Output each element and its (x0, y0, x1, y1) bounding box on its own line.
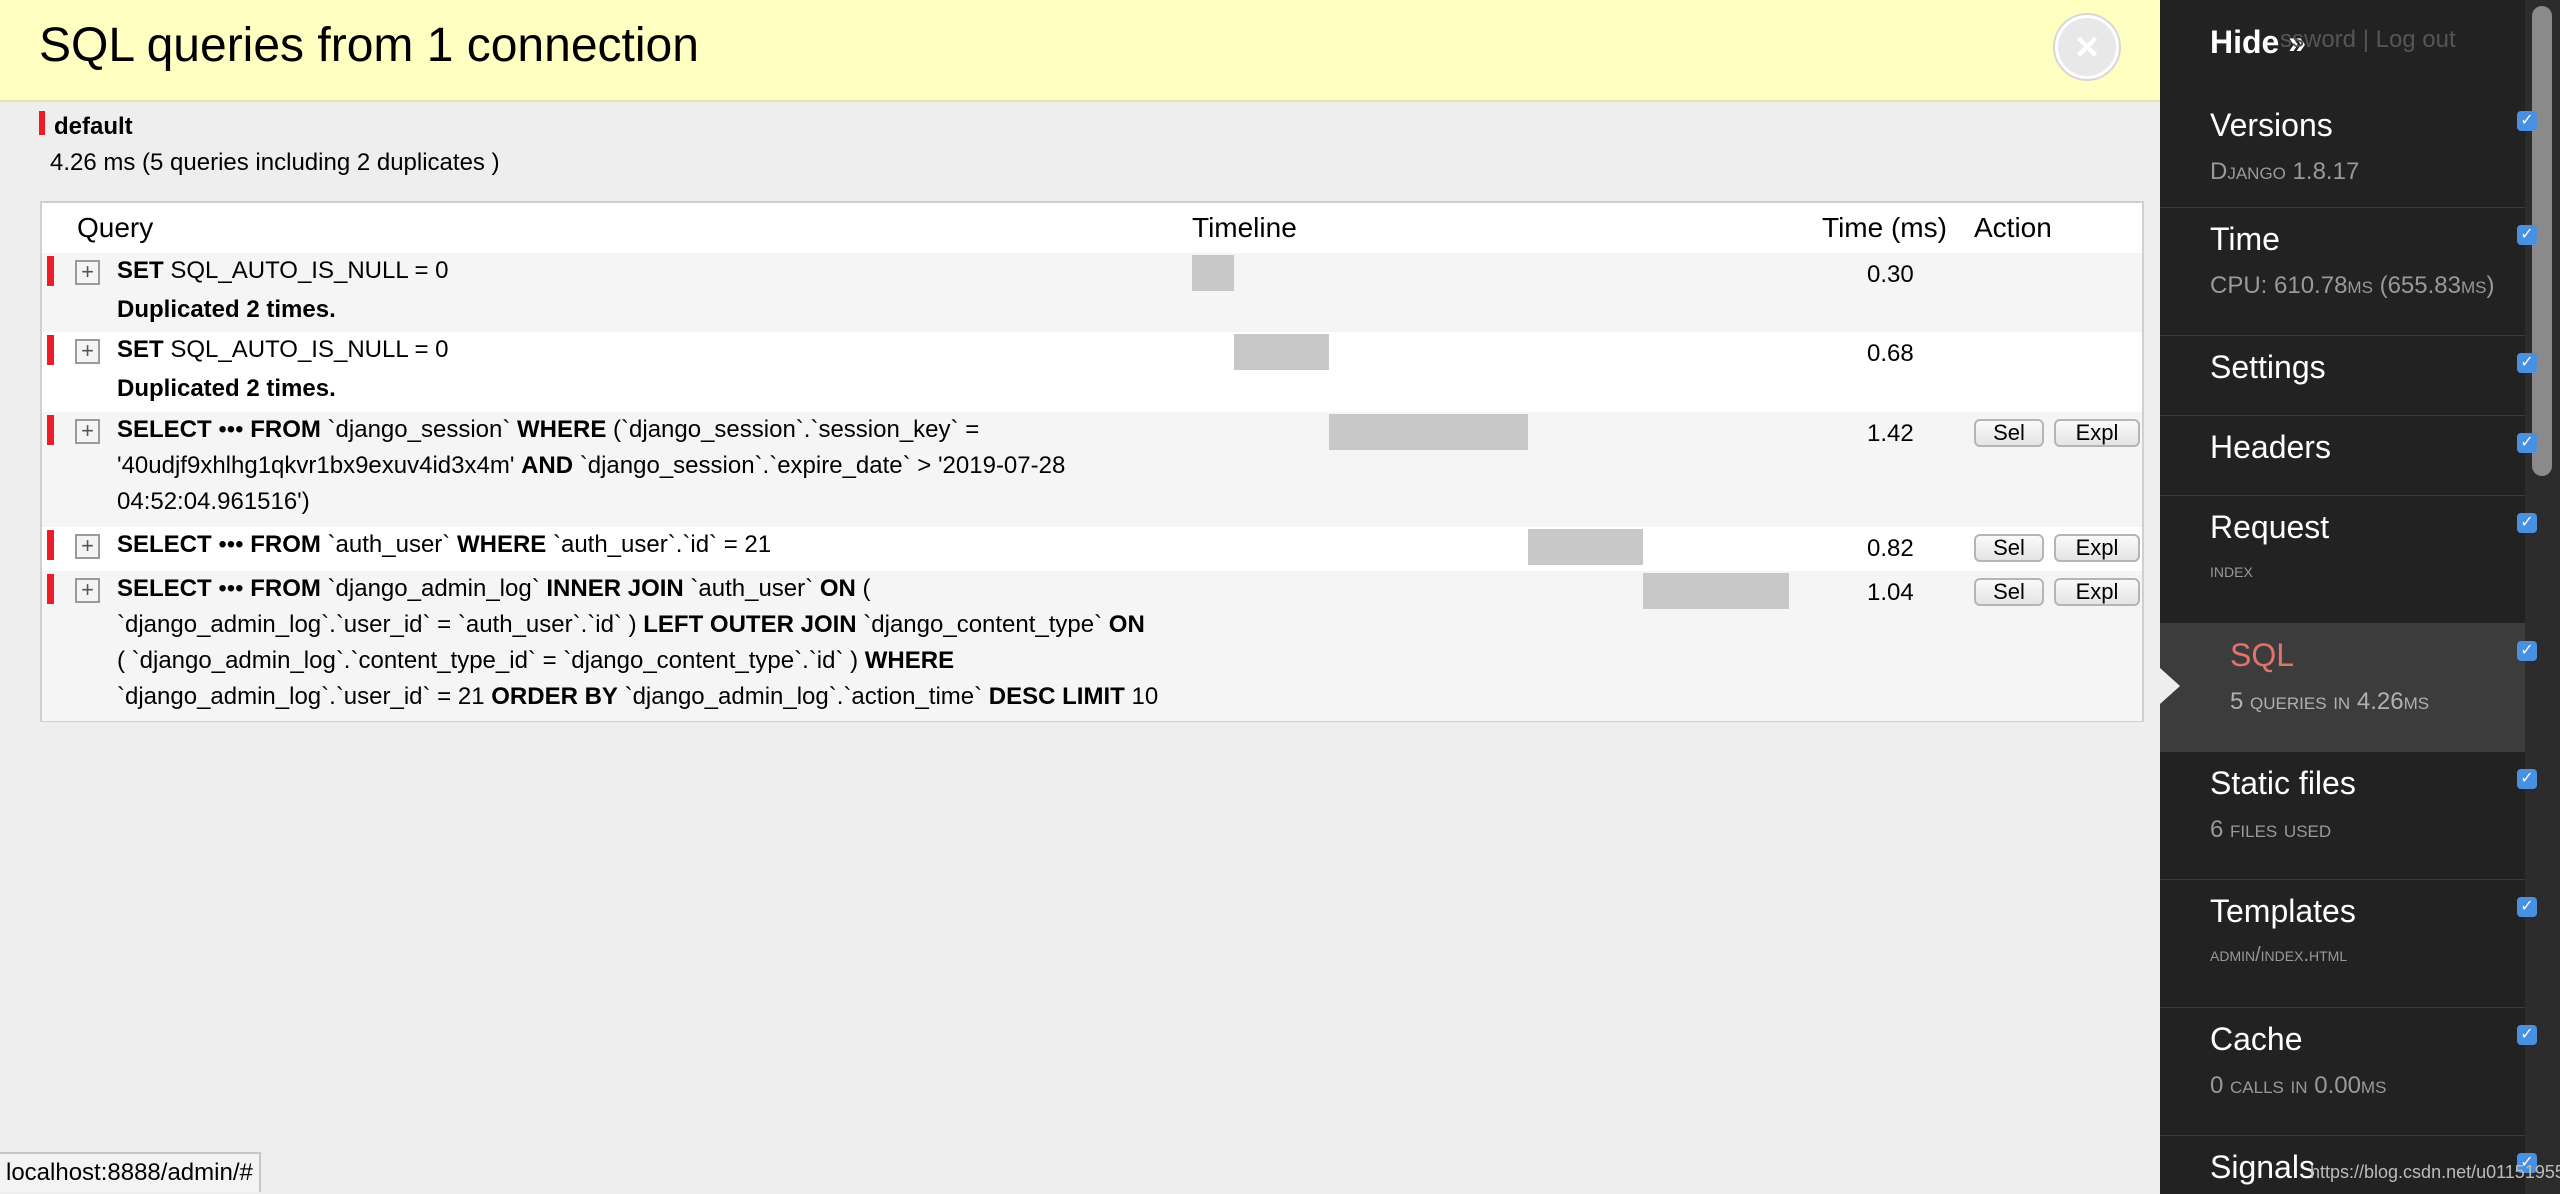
column-header-action: Action (1974, 212, 2052, 243)
toolbar-panel-sql[interactable]: SQL 5 queries in 4.26ms (2160, 623, 2525, 752)
toolbar-panel-headers[interactable]: Headers (2160, 415, 2525, 496)
connection-color-marker (47, 256, 54, 286)
toolbar-panel-templates[interactable]: Templates admin/index.html (2160, 879, 2525, 1008)
timeline-bar (1329, 414, 1529, 450)
toolbar-panel-settings[interactable]: Settings (2160, 335, 2525, 416)
toolbar-panel-request[interactable]: Request index (2160, 495, 2525, 624)
panel-title-text: Request (2210, 509, 2330, 545)
table-row: + SELECT ••• FROM `auth_user` WHERE `auth… (42, 527, 2142, 571)
panel-subtitle-text: CPU: 610.78ms (655.83ms) (2210, 272, 2495, 299)
close-icon: × (2075, 25, 2099, 69)
table-row: + SELECT ••• FROM `django_admin_log` INNE… (42, 571, 2142, 721)
query-time: 0.30 (1867, 261, 1914, 288)
panel-enable-checkbox[interactable]: ✓ (2517, 111, 2537, 131)
query-sql-line: SELECT ••• FROM `django_admin_log` INNER… (117, 575, 871, 602)
panel-enable-checkbox[interactable]: ✓ (2517, 225, 2537, 245)
query-sql-line: ( `django_admin_log`.`content_type_id` =… (117, 647, 955, 674)
query-sql-line: 04:52:04.961516') (117, 488, 310, 515)
status-bar-url: localhost:8888/admin/# (0, 1152, 261, 1192)
toolbar-panel-versions[interactable]: Versions Django 1.8.17 (2160, 93, 2525, 208)
timeline-bar (1192, 255, 1235, 291)
select-button[interactable]: Sel (1974, 419, 2044, 447)
expand-query-toggle[interactable]: + (75, 578, 100, 603)
query-time: 0.82 (1867, 535, 1914, 562)
panel-title-text: Versions (2210, 107, 2333, 143)
expand-query-toggle[interactable]: + (75, 419, 100, 444)
query-sql-line: SELECT ••• FROM `django_session` WHERE (… (117, 416, 980, 443)
panel-enable-checkbox[interactable]: ✓ (2517, 353, 2537, 373)
query-sql-line: `django_admin_log`.`user_id` = `auth_use… (117, 611, 1145, 638)
query-sql-line: SELECT ••• FROM `auth_user` WHERE `auth_… (117, 531, 772, 558)
panel-subtitle-text: index (2210, 560, 2253, 582)
panel-enable-checkbox[interactable]: ✓ (2517, 513, 2537, 533)
column-header-query: Query (77, 212, 154, 243)
select-button[interactable]: Sel (1974, 578, 2044, 606)
queries-table: Query Timeline Time (ms) Action + SET SQL… (40, 201, 2144, 722)
panel-enable-checkbox[interactable]: ✓ (2517, 897, 2537, 917)
duplicate-note: Duplicated 2 times. (117, 296, 336, 323)
panel-title: SQL queries from 1 connection (39, 19, 699, 72)
panel-title-text: Headers (2210, 429, 2331, 465)
panel-enable-checkbox[interactable]: ✓ (2517, 769, 2537, 789)
watermark-text: https://blog.csdn.net/u011519550 (2310, 1162, 2560, 1182)
table-row: + SET SQL_AUTO_IS_NULL = 0 Duplicated 2 ti… (42, 332, 2142, 412)
debug-toolbar: Hide » Versions Django 1.8.17 Time CPU: 610… (2160, 0, 2560, 1194)
connection-name: default (54, 113, 133, 140)
connection-summary: 4.26 ms (5 queries including 2 duplicate… (50, 149, 500, 176)
table-row: + SELECT ••• FROM `django_session` WHERE … (42, 412, 2142, 527)
expand-query-toggle[interactable]: + (75, 534, 100, 559)
select-button[interactable]: Sel (1974, 534, 2044, 562)
panel-title-text: Time (2210, 221, 2280, 257)
connection-color-marker (39, 111, 45, 135)
toolbar-panel-cache[interactable]: Cache 0 calls in 0.00ms (2160, 1007, 2525, 1136)
background-user-links: ssword | Log out (2280, 26, 2456, 53)
expand-query-toggle[interactable]: + (75, 260, 100, 285)
explain-button[interactable]: Expl (2054, 419, 2140, 447)
connection-color-marker (47, 335, 54, 365)
panel-title-text: Cache (2210, 1021, 2303, 1057)
panel-enable-checkbox[interactable]: ✓ (2517, 641, 2537, 661)
query-time: 0.68 (1867, 340, 1914, 367)
query-time: 1.04 (1867, 579, 1914, 606)
column-header-timeline: Timeline (1192, 212, 1297, 243)
query-sql-line: '40udjf9xhlhg1qkvr1bx9exuv4id3x4m' AND `… (117, 452, 1066, 479)
panel-title-text: Static files (2210, 765, 2356, 801)
column-header-time: Time (ms) (1822, 212, 1947, 243)
panel-title-text: Signals (2210, 1149, 2315, 1185)
panel-title-text: Templates (2210, 893, 2356, 929)
toolbar-panel-static-files[interactable]: Static files 6 files used (2160, 751, 2525, 880)
panel-subtitle-text: Django 1.8.17 (2210, 158, 2360, 185)
query-sql-line: SET SQL_AUTO_IS_NULL = 0 (117, 336, 449, 363)
panel-header: SQL queries from 1 connection × (0, 0, 2160, 102)
panel-enable-checkbox[interactable]: ✓ (2517, 1025, 2537, 1045)
panel-subtitle-text: 6 files used (2210, 816, 2332, 843)
panel-enable-checkbox[interactable]: ✓ (2517, 433, 2537, 453)
panel-subtitle-text: admin/index.html (2210, 944, 2348, 966)
panel-subtitle-text: 5 queries in 4.26ms (2230, 688, 2430, 715)
duplicate-note: Duplicated 2 times. (117, 375, 336, 402)
toolbar-panel-time[interactable]: Time CPU: 610.78ms (655.83ms) (2160, 207, 2525, 336)
close-button[interactable]: × (2055, 15, 2119, 79)
panel-subtitle-text: 0 calls in 0.00ms (2210, 1072, 2387, 1099)
timeline-bar (1234, 334, 1330, 370)
query-sql-line: `django_admin_log`.`user_id` = 21 ORDER … (117, 683, 1159, 710)
active-panel-arrow (2160, 668, 2180, 704)
timeline-bar (1643, 573, 1789, 609)
connection-color-marker (47, 574, 54, 604)
query-sql-line: SET SQL_AUTO_IS_NULL = 0 (117, 257, 449, 284)
panel-title-text: Settings (2210, 349, 2326, 385)
explain-button[interactable]: Expl (2054, 578, 2140, 606)
sql-panel: SQL queries from 1 connection × default … (0, 0, 2160, 1194)
explain-button[interactable]: Expl (2054, 534, 2140, 562)
table-row: + SET SQL_AUTO_IS_NULL = 0 Duplicated 2 ti… (42, 253, 2142, 332)
connection-color-marker (47, 415, 54, 445)
expand-query-toggle[interactable]: + (75, 339, 100, 364)
timeline-bar (1528, 529, 1644, 565)
connection-color-marker (47, 530, 54, 560)
panel-title-text: SQL (2230, 637, 2295, 673)
query-time: 1.42 (1867, 420, 1914, 447)
